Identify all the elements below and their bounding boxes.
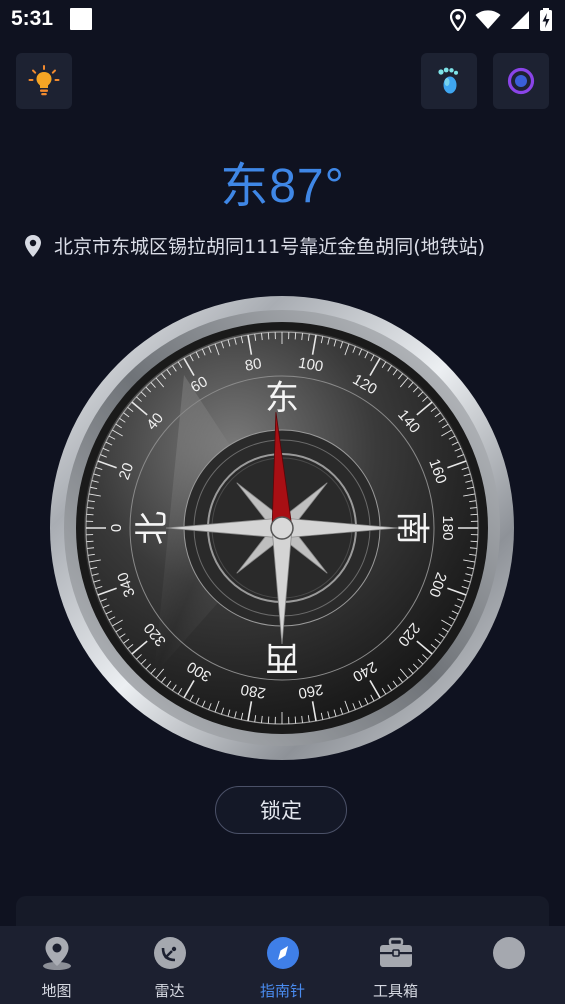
cardinal-north: 北 <box>133 511 173 545</box>
map-pin-icon <box>42 937 71 970</box>
footprint-icon <box>438 67 458 94</box>
nav-label-compass: 指南针 <box>259 982 305 1000</box>
cardinal-west: 西 <box>265 638 299 678</box>
compass-scale-label: 180 <box>439 515 456 540</box>
nav-label-map: 地图 <box>41 982 72 1000</box>
record-button[interactable] <box>493 53 549 109</box>
location-address: 北京市东城区锡拉胡同111号靠近金鱼胡同(地铁站) <box>54 236 486 258</box>
location-pin-icon <box>25 234 41 257</box>
status-time: 5:31 <box>11 7 54 30</box>
nav-item-profile[interactable] <box>452 926 565 1004</box>
nav-item-radar[interactable]: 雷达 <box>113 926 226 1004</box>
compass-scale-label: 80 <box>244 355 263 375</box>
compass-icon <box>266 937 299 969</box>
toolbox-icon <box>379 937 412 967</box>
nav-item-compass[interactable]: 指南针 <box>226 926 339 1004</box>
bottom-nav: 地图 雷达 指南针 工具箱 <box>0 926 565 1004</box>
notification-icon <box>70 8 92 30</box>
cardinal-east: 东 <box>265 379 299 419</box>
status-bar: 5:31 <box>0 0 565 40</box>
wifi-icon <box>475 10 501 29</box>
compass-graphic: 020406080 1001201401601802002202402602803… <box>50 296 514 760</box>
nav-item-toolbox[interactable]: 工具箱 <box>339 926 452 1004</box>
heading-reading: 东87° <box>220 160 345 213</box>
compass-scale-label: 0 <box>108 524 125 532</box>
cardinal-south: 南 <box>392 511 432 545</box>
footprint-button[interactable] <box>421 53 477 109</box>
compass-dial: 0 20 40 60 80 100 120 140 160 180 200 220 240 260 280 3… <box>44 295 520 761</box>
status-icons <box>450 8 553 32</box>
flashlight-button[interactable] <box>16 53 72 109</box>
location-status-icon <box>450 9 466 31</box>
profile-icon <box>492 937 525 969</box>
nav-label-radar: 雷达 <box>154 982 185 1000</box>
lock-button[interactable]: 锁定 <box>215 786 347 834</box>
nav-item-map[interactable]: 地图 <box>0 926 113 1004</box>
location-line: 北京市东城区锡拉胡同111号靠近金鱼胡同(地铁站) <box>24 232 485 259</box>
radar-icon <box>153 937 186 969</box>
battery-charging-icon <box>540 8 552 31</box>
nav-label-toolbox: 工具箱 <box>372 982 418 1000</box>
record-icon <box>507 67 535 95</box>
compass-hub <box>270 516 294 540</box>
lightbulb-icon <box>28 65 60 96</box>
signal-icon <box>511 11 529 29</box>
